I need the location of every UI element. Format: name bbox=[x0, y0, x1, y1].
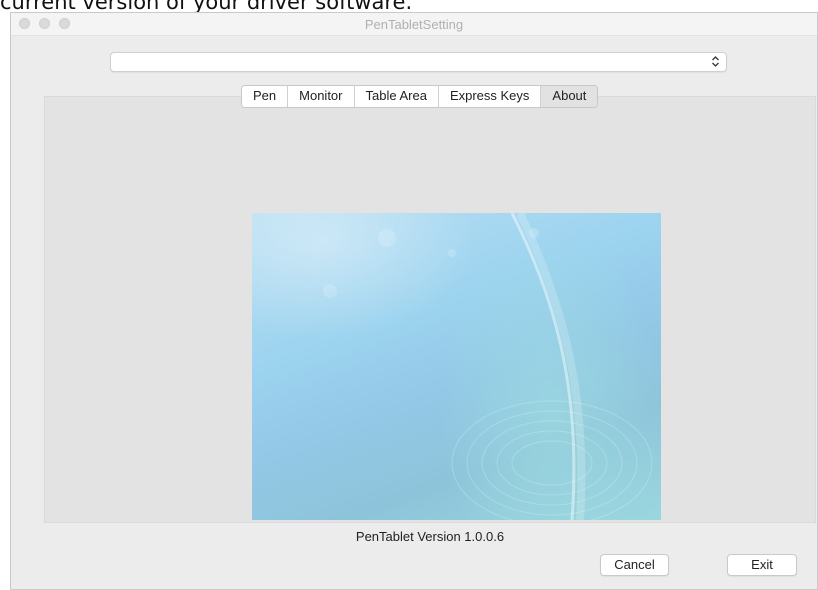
chevron-up-down-icon bbox=[711, 55, 720, 72]
version-label: PenTablet Version 1.0.0.6 bbox=[355, 529, 505, 544]
tab-monitor[interactable]: Monitor bbox=[288, 86, 355, 107]
settings-tab-bar: Pen Monitor Table Area Express Keys Abou… bbox=[241, 85, 599, 108]
tab-pen[interactable]: Pen bbox=[242, 86, 289, 107]
exit-button[interactable]: Exit bbox=[727, 554, 797, 576]
pen-tablet-setting-window: PenTabletSetting PenTablet Version 1.0.0… bbox=[10, 12, 818, 590]
tab-express-keys[interactable]: Express Keys bbox=[438, 86, 542, 107]
about-panel: PenTablet Version 1.0.0.6 bbox=[44, 96, 816, 544]
tab-table-area[interactable]: Table Area bbox=[354, 86, 439, 107]
cancel-button[interactable]: Cancel bbox=[600, 554, 669, 576]
tab-about[interactable]: About bbox=[541, 86, 598, 107]
window-title: PenTabletSetting bbox=[364, 17, 464, 32]
about-splash-image bbox=[252, 213, 661, 520]
device-select[interactable] bbox=[110, 52, 727, 72]
title-bar: PenTabletSetting bbox=[11, 13, 817, 36]
